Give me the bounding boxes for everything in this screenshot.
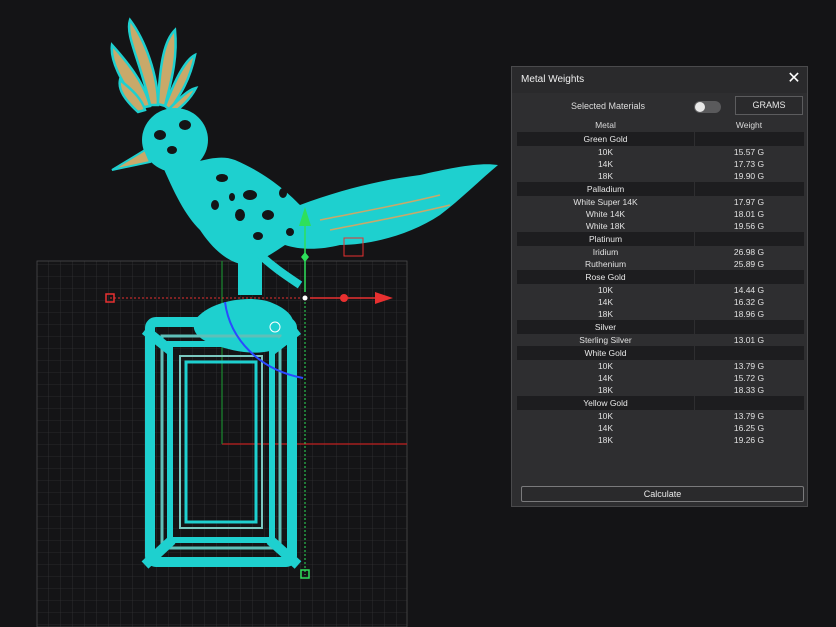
- column-separator: [694, 182, 695, 196]
- weight-cell: 16.25 G: [733, 423, 765, 433]
- metal-name-cell: 10K: [597, 147, 614, 157]
- metal-group-label: Platinum: [588, 234, 623, 244]
- metal-name-cell: White Super 14K: [573, 197, 638, 207]
- weight-cell: 18.01 G: [733, 209, 765, 219]
- table-row: 10K 13.79 G: [517, 360, 804, 372]
- metal-group-label: Yellow Gold: [583, 398, 628, 408]
- metal-group-row: Rose Gold: [517, 270, 804, 284]
- metal-name-cell: 10K: [597, 285, 614, 295]
- units-button[interactable]: GRAMS: [735, 96, 803, 115]
- metal-name-cell: Sterling Silver: [579, 335, 632, 345]
- weight-cell: 19.56 G: [733, 221, 765, 231]
- weight-cell: 15.72 G: [733, 373, 765, 383]
- panel-header: Metal Weights ✕: [512, 67, 807, 93]
- x-axis-scale-handle[interactable]: [340, 294, 348, 302]
- column-separator: [694, 270, 695, 284]
- metal-name-cell: 18K: [597, 385, 614, 395]
- table-row: 14K 15.72 G: [517, 372, 804, 384]
- metal-name-cell: 18K: [597, 309, 614, 319]
- metal-group-label: Silver: [594, 322, 617, 332]
- table-row: 18K 19.90 G: [517, 170, 804, 182]
- weight-cell: 14.44 G: [733, 285, 765, 295]
- weights-table: Metal Weight Green Gold 10K 15.57 G 14K 17.7…: [517, 119, 804, 446]
- gizmo-center[interactable]: [302, 295, 308, 301]
- table-row: Sterling Silver 13.01 G: [517, 334, 804, 346]
- metal-group-row: Silver: [517, 320, 804, 334]
- column-separator: [694, 396, 695, 410]
- weight-cell: 15.57 G: [733, 147, 765, 157]
- toggle-knob: [695, 102, 705, 112]
- metal-name-cell: 18K: [597, 171, 614, 181]
- weight-cell: 17.73 G: [733, 159, 765, 169]
- metal-group-row: Yellow Gold: [517, 396, 804, 410]
- table-header: Metal Weight: [517, 119, 804, 132]
- metal-name-cell: Iridium: [592, 247, 619, 257]
- metal-name-cell: White 18K: [585, 221, 626, 231]
- weight-cell: 19.26 G: [733, 435, 765, 445]
- weight-cell: 26.98 G: [733, 247, 765, 257]
- weight-cell: 13.79 G: [733, 411, 765, 421]
- table-row: 10K 15.57 G: [517, 146, 804, 158]
- metal-name-cell: 14K: [597, 373, 614, 383]
- selected-materials-row: Selected Materials GRAMS: [512, 95, 807, 119]
- column-header-weight: Weight: [735, 120, 763, 130]
- table-row: Iridium 26.98 G: [517, 246, 804, 258]
- metal-group-label: Green Gold: [583, 134, 628, 144]
- weight-cell: 25.89 G: [733, 259, 765, 269]
- metal-group-row: White Gold: [517, 346, 804, 360]
- table-row: 18K 18.96 G: [517, 308, 804, 320]
- metal-name-cell: White 14K: [585, 209, 626, 219]
- metal-name-cell: 10K: [597, 361, 614, 371]
- table-row: 14K 16.32 G: [517, 296, 804, 308]
- metal-group-label: White Gold: [584, 348, 627, 358]
- table-row: 18K 18.33 G: [517, 384, 804, 396]
- calculate-button[interactable]: Calculate: [521, 486, 804, 502]
- table-row: White Super 14K 17.97 G: [517, 196, 804, 208]
- y-axis-scale-handle[interactable]: [301, 252, 309, 262]
- table-row: 14K 16.25 G: [517, 422, 804, 434]
- close-icon[interactable]: ✕: [785, 70, 803, 88]
- metal-weights-panel: Metal Weights ✕ Selected Materials GRAMS…: [511, 66, 808, 507]
- weight-cell: 16.32 G: [733, 297, 765, 307]
- weight-cell: 13.01 G: [733, 335, 765, 345]
- column-header-metal: Metal: [595, 120, 616, 130]
- metal-name-cell: Ruthenium: [584, 259, 627, 269]
- metal-group-row: Palladium: [517, 182, 804, 196]
- column-separator: [694, 346, 695, 360]
- column-separator: [694, 232, 695, 246]
- metal-group-label: Palladium: [586, 184, 625, 194]
- weight-cell: 18.33 G: [733, 385, 765, 395]
- weight-cell: 19.90 G: [733, 171, 765, 181]
- table-row: 10K 13.79 G: [517, 410, 804, 422]
- weight-cell: 18.96 G: [733, 309, 765, 319]
- selected-materials-label: Selected Materials: [571, 101, 646, 111]
- metal-group-row: Platinum: [517, 232, 804, 246]
- metal-name-cell: 14K: [597, 297, 614, 307]
- table-row: White 18K 19.56 G: [517, 220, 804, 232]
- table-row: White 14K 18.01 G: [517, 208, 804, 220]
- metal-group-row: Green Gold: [517, 132, 804, 146]
- metal-name-cell: 14K: [597, 159, 614, 169]
- weight-cell: 17.97 G: [733, 197, 765, 207]
- metal-name-cell: 10K: [597, 411, 614, 421]
- metal-name-cell: 14K: [597, 423, 614, 433]
- table-row: 14K 17.73 G: [517, 158, 804, 170]
- metal-name-cell: 18K: [597, 435, 614, 445]
- selected-materials-toggle[interactable]: [694, 101, 721, 113]
- column-separator: [694, 320, 695, 334]
- column-separator: [694, 132, 695, 146]
- table-row: 18K 19.26 G: [517, 434, 804, 446]
- table-row: 10K 14.44 G: [517, 284, 804, 296]
- panel-title: Metal Weights: [521, 74, 585, 85]
- metal-group-label: Rose Gold: [585, 272, 626, 282]
- weight-cell: 13.79 G: [733, 361, 765, 371]
- table-row: Ruthenium 25.89 G: [517, 258, 804, 270]
